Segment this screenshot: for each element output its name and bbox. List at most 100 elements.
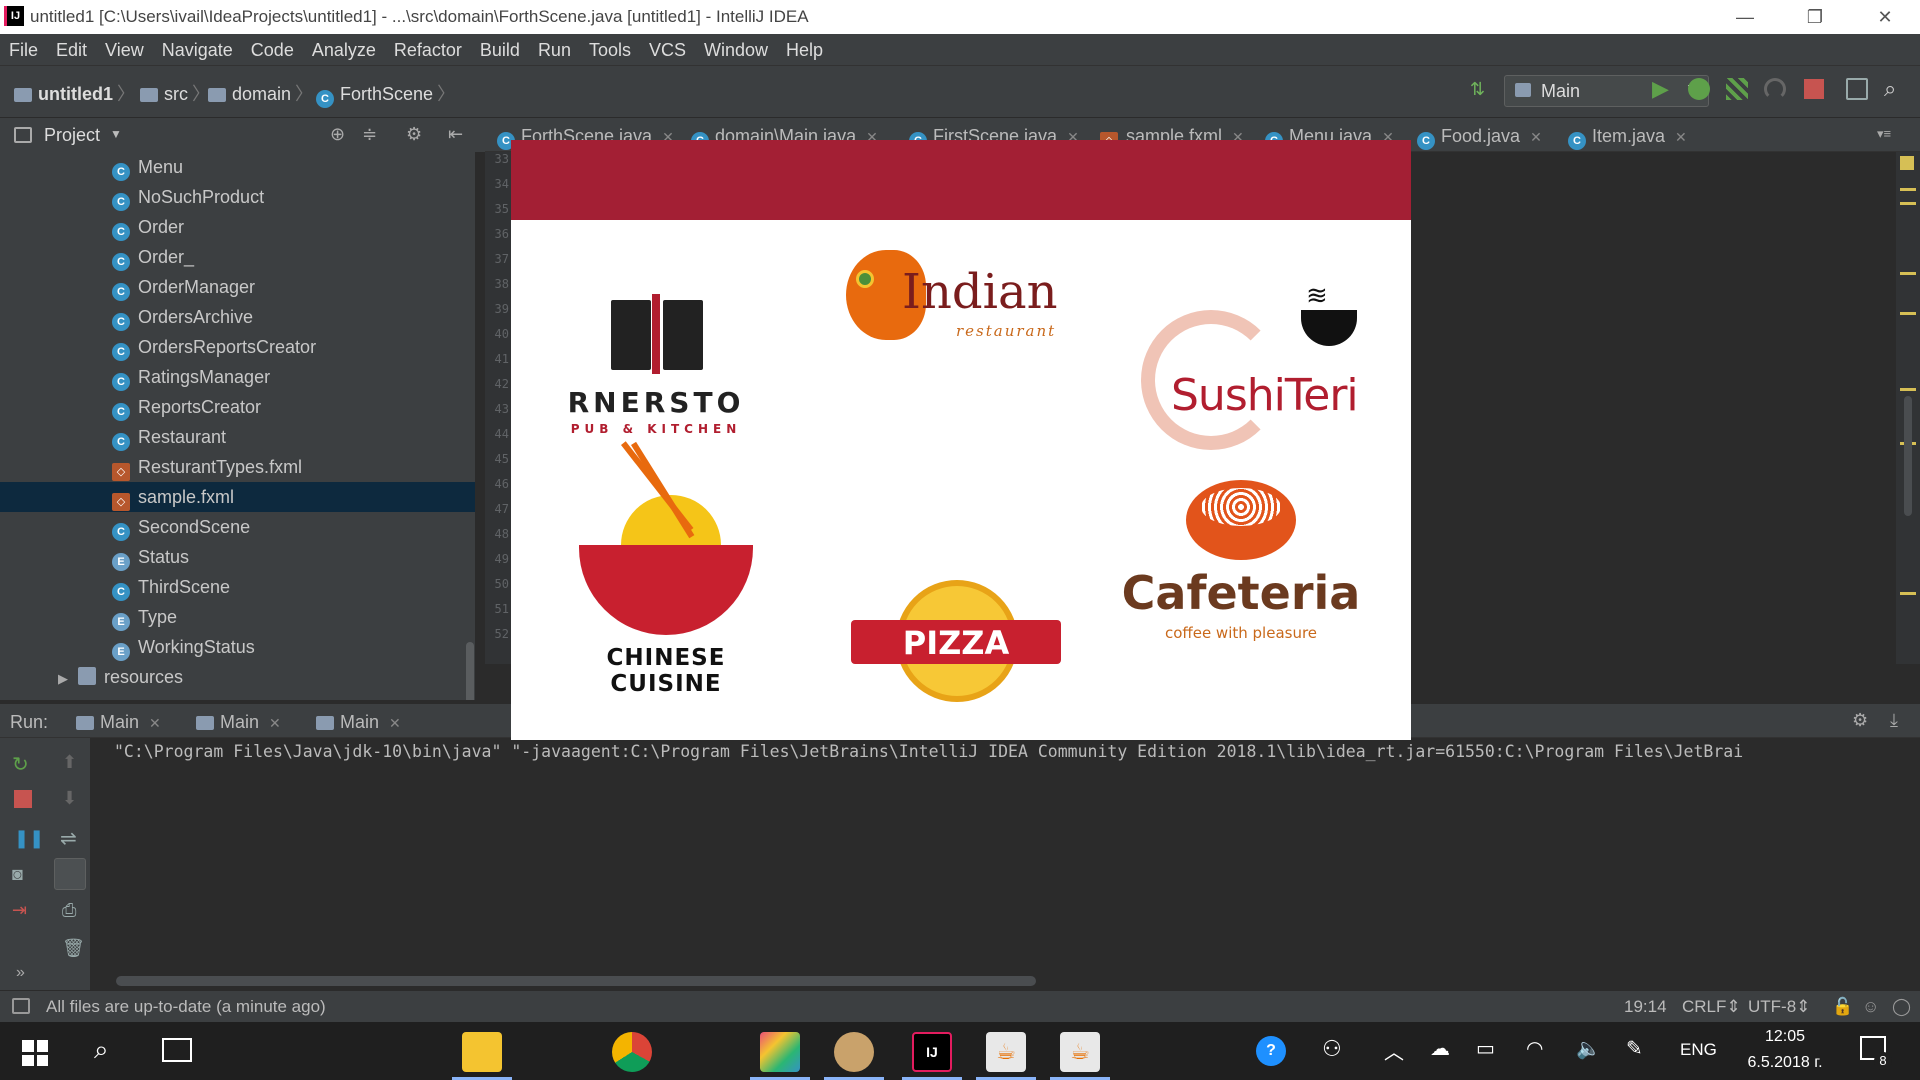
breadcrumb-src[interactable]: src 〉 xyxy=(140,80,214,106)
tool-windows-icon[interactable] xyxy=(12,998,30,1014)
gear-icon[interactable]: ⚙ xyxy=(1852,710,1868,731)
sushiteri-logo[interactable]: ≋ SushiTeri xyxy=(1141,280,1371,460)
scroll-to-end-toggle[interactable] xyxy=(54,858,86,890)
close-icon[interactable]: ✕ xyxy=(149,715,161,731)
tree-item-ordermanager[interactable]: C OrderManager xyxy=(0,272,475,302)
event-log-icon[interactable]: ◯ xyxy=(1892,997,1911,1017)
exit-icon[interactable]: ⇥ xyxy=(12,900,27,921)
search-icon[interactable]: ⌕ xyxy=(94,1034,109,1066)
run-tab-main-3[interactable]: Main ✕ xyxy=(316,712,401,733)
status-message[interactable]: All files are up-to-date (a minute ago) xyxy=(46,997,326,1017)
close-button[interactable]: ✕ xyxy=(1850,0,1920,34)
menu-code[interactable]: Code xyxy=(242,34,303,61)
tree-item-sample-fxml[interactable]: ◇ sample.fxml xyxy=(0,482,475,512)
close-icon[interactable]: ✕ xyxy=(389,715,401,731)
run-config-select[interactable]: Main ▼ xyxy=(1504,75,1709,107)
hector-icon[interactable]: ☺ xyxy=(1862,997,1879,1017)
chinese-cuisine-logo[interactable]: CHINESE CUISINE xyxy=(551,441,781,697)
file-encoding[interactable]: UTF-8⇕ xyxy=(1748,997,1810,1017)
clock-date[interactable]: 6.5.2018 г. xyxy=(1730,1054,1840,1072)
stripe-marker[interactable] xyxy=(1900,592,1916,595)
java-app-icon[interactable]: ☕ xyxy=(1060,1032,1100,1072)
tab-item[interactable]: C Item.java ✕ xyxy=(1568,126,1687,150)
cafeteria-logo[interactable]: Cafeteria coffee with pleasure xyxy=(1116,480,1366,660)
tab-list-icon[interactable]: ▾≡ xyxy=(1877,126,1891,142)
menu-edit[interactable]: Edit xyxy=(47,34,96,61)
file-explorer-icon[interactable] xyxy=(462,1032,502,1072)
battery-icon[interactable]: ▭ xyxy=(1476,1036,1495,1061)
menu-tools[interactable]: Tools xyxy=(580,34,640,61)
breadcrumb-project[interactable]: untitled1 〉 xyxy=(14,80,139,106)
menu-vcs[interactable]: VCS xyxy=(640,34,695,61)
menu-analyze[interactable]: Analyze xyxy=(303,34,385,61)
maximize-button[interactable]: ❐ xyxy=(1780,0,1850,34)
console-output[interactable]: "C:\Program Files\Java\jdk-10\bin\java" … xyxy=(90,738,1920,990)
line-separator[interactable]: CRLF⇕ xyxy=(1682,997,1741,1017)
stripe-marker[interactable] xyxy=(1900,188,1916,191)
minimize-button[interactable]: — xyxy=(1710,0,1780,34)
intellij-icon[interactable]: IJ xyxy=(912,1032,952,1072)
volume-icon[interactable]: 🔈 xyxy=(1576,1036,1601,1061)
collapse-icon[interactable]: ≑ xyxy=(362,124,377,145)
menu-refactor[interactable]: Refactor xyxy=(385,34,471,61)
stop-icon[interactable] xyxy=(14,790,32,808)
pizza-logo[interactable]: PIZZA xyxy=(851,580,1061,710)
inspection-status-icon[interactable] xyxy=(1900,156,1914,170)
paint-icon[interactable] xyxy=(834,1032,874,1072)
git-app-icon[interactable] xyxy=(760,1032,800,1072)
tree-item-ordersarchive[interactable]: C OrdersArchive xyxy=(0,302,475,332)
tree-item-order[interactable]: C Order xyxy=(0,212,475,242)
soft-wrap-icon[interactable]: ⇌ xyxy=(60,826,77,851)
tree-item-resturanttypes-fxml[interactable]: ◇ ResturantTypes.fxml xyxy=(0,452,475,482)
chrome-icon[interactable] xyxy=(612,1032,652,1072)
project-panel-title[interactable]: Project xyxy=(44,125,100,146)
tree-item-menu[interactable]: C Menu xyxy=(0,152,475,182)
people-icon[interactable]: ⚇ xyxy=(1322,1036,1342,1062)
menu-help[interactable]: Help xyxy=(777,34,832,61)
up-arrow-icon[interactable]: ⬆ xyxy=(62,752,77,773)
tree-item-thirdscene[interactable]: C ThirdScene xyxy=(0,572,475,602)
tree-item-workingstatus[interactable]: E WorkingStatus xyxy=(0,632,475,662)
menu-run[interactable]: Run xyxy=(529,34,580,61)
tree-item-resources[interactable]: ▶ resources xyxy=(0,662,475,692)
debug-icon[interactable] xyxy=(1688,78,1710,100)
hide-panel-icon[interactable]: ⇤ xyxy=(448,124,463,145)
print-icon[interactable]: ⎙ xyxy=(62,900,76,921)
editor-scrollbar[interactable] xyxy=(1904,396,1912,516)
console-horizontal-scrollbar[interactable] xyxy=(116,976,1036,986)
hide-panel-icon[interactable]: ⤓ xyxy=(1890,710,1898,731)
build-icon[interactable]: ⇅ xyxy=(1470,79,1492,103)
more-icon[interactable]: » xyxy=(16,964,25,982)
stripe-marker[interactable] xyxy=(1900,202,1916,205)
camera-icon[interactable]: ◙ xyxy=(12,864,23,885)
tree-item-nosuchproduct[interactable]: C NoSuchProduct xyxy=(0,182,475,212)
tree-item-type[interactable]: E Type xyxy=(0,602,475,632)
breadcrumb-file[interactable]: C ForthScene 〉 xyxy=(316,80,459,108)
pause-icon[interactable]: ❚❚ xyxy=(14,828,44,849)
menu-navigate[interactable]: Navigate xyxy=(153,34,242,61)
project-structure-icon[interactable] xyxy=(1846,78,1868,100)
menu-view[interactable]: View xyxy=(96,34,153,61)
search-icon[interactable]: ⌕ xyxy=(1884,76,1896,102)
pen-icon[interactable]: ✎ xyxy=(1626,1036,1643,1061)
project-scrollbar[interactable] xyxy=(466,642,474,700)
tab-food[interactable]: C Food.java ✕ xyxy=(1417,126,1542,150)
run-tab-main-2[interactable]: Main ✕ xyxy=(196,712,281,733)
tree-item-status[interactable]: E Status xyxy=(0,542,475,572)
clock-time[interactable]: 12:05 xyxy=(1740,1028,1830,1046)
close-icon[interactable]: ✕ xyxy=(269,715,281,731)
chevron-down-icon[interactable]: ▼ xyxy=(110,127,122,141)
run-icon[interactable]: ▶ xyxy=(1652,76,1669,102)
stripe-marker[interactable] xyxy=(1900,272,1916,275)
tree-item-ratingsmanager[interactable]: C RatingsManager xyxy=(0,362,475,392)
wifi-icon[interactable]: ◠ xyxy=(1526,1036,1543,1061)
windows-start-icon[interactable] xyxy=(22,1040,48,1066)
run-tab-main-1[interactable]: Main ✕ xyxy=(76,712,161,733)
java-app-icon[interactable]: ☕ xyxy=(986,1032,1026,1072)
coverage-icon[interactable] xyxy=(1726,78,1748,100)
tree-item-order-underscore[interactable]: C Order_ xyxy=(0,242,475,272)
caret-position[interactable]: 19:14 xyxy=(1624,997,1667,1017)
tree-item-secondscene[interactable]: C SecondScene xyxy=(0,512,475,542)
chevron-up-icon[interactable]: ︿ xyxy=(1384,1036,1404,1065)
tree-item-restaurant[interactable]: C Restaurant xyxy=(0,422,475,452)
